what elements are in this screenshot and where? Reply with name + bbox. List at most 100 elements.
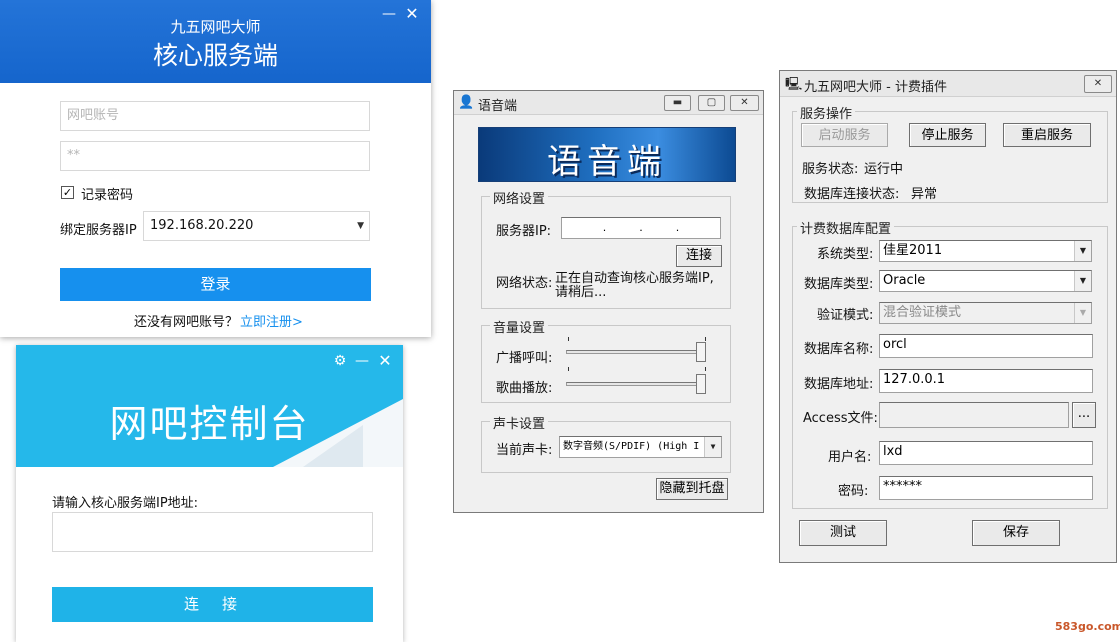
console-close-button[interactable]: ✕: [376, 353, 394, 369]
watermark-text: 583go.com: [1055, 620, 1120, 633]
soundcard-group: 声卡设置 当前声卡: 数字音频(S/PDIF) (High I ▼: [481, 413, 731, 473]
network-group-label: 网络设置: [490, 188, 549, 207]
password-input[interactable]: ******: [879, 476, 1093, 500]
current-card-label: 当前声卡:: [496, 443, 553, 458]
stop-service-button[interactable]: 停止服务: [909, 123, 986, 147]
server-ip-label: 绑定服务器IP: [60, 223, 137, 238]
chevron-down-icon: ▼: [704, 437, 721, 457]
system-type-value: 佳星2011: [883, 243, 943, 258]
db-name-label: 数据库名称:: [804, 342, 874, 357]
db-type-label: 数据库类型:: [804, 277, 874, 292]
chevron-down-icon: ▼: [357, 221, 364, 231]
auth-mode-label: 验证模式:: [817, 308, 874, 323]
login-button[interactable]: 登录: [60, 268, 371, 301]
console-prompt: 请输入核心服务端IP地址:: [52, 496, 199, 511]
browse-button[interactable]: ...: [1072, 402, 1096, 428]
slider-tick: [568, 337, 569, 341]
voice-titlebar: 👤 语音端 ▬ ▢ ✕: [454, 91, 763, 115]
monitor-icon: 🖳: [785, 77, 803, 92]
broadcast-slider-thumb[interactable]: [696, 342, 706, 362]
network-status-value: 正在自动查询核心服务端IP,请稍后...: [555, 271, 714, 300]
maximize-icon[interactable]: ▢: [698, 95, 725, 111]
start-service-button[interactable]: 启动服务: [801, 123, 888, 147]
console-minimize-button[interactable]: —: [353, 353, 371, 369]
soundcard-group-label: 声卡设置: [490, 413, 549, 432]
volume-group: 音量设置 广播呼叫: 歌曲播放:: [481, 317, 731, 403]
slider-tick: [705, 337, 706, 341]
core-ip-input[interactable]: [52, 512, 373, 552]
chevron-down-icon: ▼: [1074, 303, 1091, 323]
db-config-group: 计费数据库配置 系统类型: 佳星2011 ▼ 数据库类型: Oracle ▼ 验…: [792, 218, 1108, 509]
gear-icon[interactable]: ⚙: [331, 353, 349, 369]
voice-banner-text: 语音端: [547, 142, 667, 182]
network-status-label: 网络状态:: [496, 276, 553, 291]
db-status-label: 数据库连接状态:: [804, 187, 900, 202]
service-group-label: 服务操作: [797, 103, 856, 122]
db-addr-input[interactable]: 127.0.0.1: [879, 369, 1093, 393]
db-addr-label: 数据库地址:: [804, 377, 874, 392]
system-type-select[interactable]: 佳星2011 ▼: [879, 240, 1092, 262]
password-input[interactable]: **: [60, 141, 370, 171]
remember-label: 记录密码: [81, 188, 134, 203]
remember-checkbox[interactable]: ✓: [61, 186, 74, 199]
server-ip-label: 服务器IP:: [496, 224, 552, 239]
broadcast-slider-track[interactable]: [566, 350, 706, 354]
db-status-value: 异常: [911, 187, 938, 202]
core-minimize-button[interactable]: —: [380, 6, 398, 22]
username-label: 用户名:: [828, 450, 872, 465]
billing-titlebar: 🖳 九五网吧大师 - 计费插件 ✕: [780, 71, 1116, 97]
headset-icon: 👤: [458, 95, 475, 110]
voice-banner: 语音端: [478, 127, 736, 182]
network-group: 网络设置 服务器IP: . . . 连接 网络状态: 正在自动查询核心服务端IP…: [481, 188, 731, 309]
slider-tick: [568, 367, 569, 371]
service-status-value: 运行中: [864, 162, 904, 177]
console-connect-button[interactable]: 连 接: [52, 587, 373, 622]
db-config-group-label: 计费数据库配置: [797, 218, 895, 237]
chevron-down-icon: ▼: [1074, 241, 1091, 261]
broadcast-label: 广播呼叫:: [496, 351, 553, 366]
minimize-icon[interactable]: ▬: [664, 95, 691, 111]
billing-window: 🖳 九五网吧大师 - 计费插件 ✕ 服务操作 启动服务 停止服务 重启服务 服务…: [779, 70, 1117, 563]
server-ip-select[interactable]: 192.168.20.220 ▼: [143, 211, 370, 241]
voice-connect-button[interactable]: 连接: [676, 245, 722, 267]
console-header: 网吧控制台 ⚙ — ✕: [16, 345, 403, 467]
system-type-label: 系统类型:: [817, 247, 874, 262]
voice-window-title: 语音端: [478, 99, 518, 114]
test-button[interactable]: 测试: [799, 520, 887, 546]
billing-window-title: 九五网吧大师 - 计费插件: [804, 80, 947, 95]
soundcard-value: 数字音频(S/PDIF) (High I: [563, 441, 700, 452]
slider-tick: [705, 367, 706, 371]
console-title: 网吧控制台: [109, 402, 310, 446]
core-close-button[interactable]: ✕: [403, 6, 421, 22]
username-input[interactable]: lxd: [879, 441, 1093, 465]
no-account-text: 还没有网吧账号？: [134, 315, 239, 330]
voice-window: 👤 语音端 ▬ ▢ ✕ 语音端 网络设置 服务器IP: . . . 连接 网络状…: [453, 90, 764, 513]
console-window: 网吧控制台 ⚙ — ✕ 请输入核心服务端IP地址: 连 接: [16, 345, 403, 642]
register-link[interactable]: 立即注册>: [240, 311, 303, 330]
music-slider-track[interactable]: [566, 382, 706, 386]
volume-group-label: 音量设置: [490, 317, 549, 336]
restart-service-button[interactable]: 重启服务: [1003, 123, 1091, 147]
server-ip-value: 192.168.20.220: [150, 218, 254, 233]
db-name-input[interactable]: orcl: [879, 334, 1093, 358]
hide-to-tray-button[interactable]: 隐藏到托盘: [656, 478, 728, 500]
server-ip-field[interactable]: . . .: [561, 217, 721, 239]
password-label: 密码:: [838, 484, 869, 499]
music-slider-thumb[interactable]: [696, 374, 706, 394]
access-file-input[interactable]: [879, 402, 1069, 428]
music-label: 歌曲播放:: [496, 381, 553, 396]
billing-close-button[interactable]: ✕: [1084, 75, 1112, 93]
db-type-select[interactable]: Oracle ▼: [879, 270, 1092, 292]
access-file-label: Access文件:: [803, 411, 878, 426]
save-button[interactable]: 保存: [972, 520, 1060, 546]
auth-mode-select[interactable]: 混合验证模式 ▼: [879, 302, 1092, 324]
auth-mode-value: 混合验证模式: [883, 305, 962, 320]
close-icon[interactable]: ✕: [730, 95, 759, 111]
soundcard-select[interactable]: 数字音频(S/PDIF) (High I ▼: [559, 436, 722, 458]
core-subtitle: 九五网吧大师: [170, 18, 261, 36]
core-title: 核心服务端: [152, 41, 278, 70]
db-type-value: Oracle: [883, 273, 926, 288]
core-server-window: 九五网吧大师 核心服务端 — ✕ 网吧账号 ** ✓ 记录密码 绑定服务器IP …: [0, 0, 431, 337]
core-header: 九五网吧大师 核心服务端 — ✕: [0, 0, 431, 83]
account-input[interactable]: 网吧账号: [60, 101, 370, 131]
